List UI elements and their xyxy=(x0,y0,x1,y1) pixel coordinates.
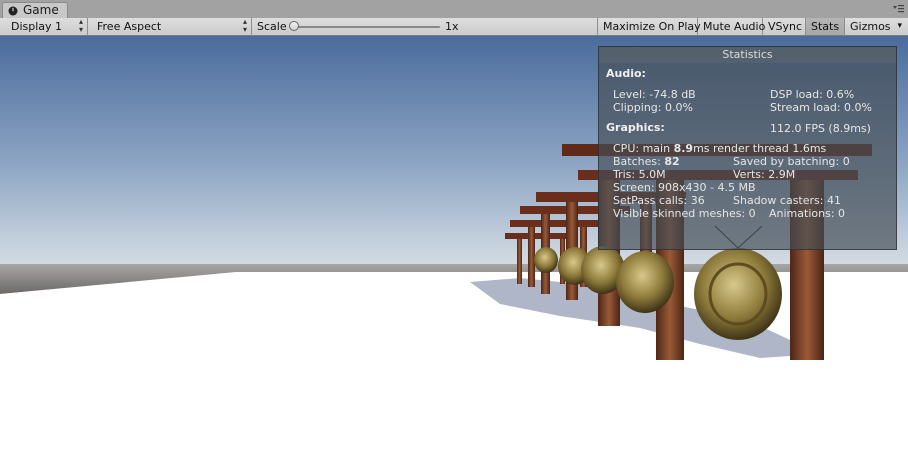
window-tab-strip: Game xyxy=(0,0,908,19)
saved-by-batching: Saved by batching: 0 xyxy=(733,155,850,168)
scale-label: Scale xyxy=(257,20,287,33)
stats-toggle-button[interactable]: Stats xyxy=(806,18,845,35)
game-view-toolbar: Display 1 ▴ ▾ Free Aspect ▴ ▾ Scale 1x Max… xyxy=(0,18,908,36)
statistics-panel: Statistics Audio: Level: -74.8 dB DSP lo… xyxy=(598,46,897,250)
screen-readout: Screen: 908x430 - 4.5 MB xyxy=(613,181,756,194)
maximize-on-play-label: Maximize On Play xyxy=(603,20,701,33)
fps-readout: 112.0 FPS (8.9ms) xyxy=(770,122,871,135)
display-dropdown[interactable]: Display 1 ▴ ▾ xyxy=(0,18,88,35)
panel-menu-icon[interactable] xyxy=(893,4,904,14)
gizmos-button[interactable]: Gizmos ▾ xyxy=(845,18,908,35)
scale-slider-handle[interactable] xyxy=(289,21,299,31)
stats-label: Stats xyxy=(811,20,840,33)
stream-load: Stream load: 0.0% xyxy=(770,101,872,114)
aspect-dropdown-label: Free Aspect xyxy=(97,20,162,33)
dropdown-arrows-icon: ▴ ▾ xyxy=(242,17,247,34)
scale-control: Scale 1x xyxy=(252,18,598,35)
scale-slider-track[interactable] xyxy=(294,26,440,28)
scale-value: 1x xyxy=(445,20,459,33)
tris-readout: Tris: 5.0M xyxy=(613,168,666,181)
setpass-readout: SetPass calls: 36 xyxy=(613,194,705,207)
mute-audio-button[interactable]: Mute Audio xyxy=(698,18,766,35)
vsync-label: VSync xyxy=(768,20,803,33)
verts-readout: Verts: 2.9M xyxy=(733,168,796,181)
gizmos-label: Gizmos xyxy=(850,20,891,33)
maximize-on-play-button[interactable]: Maximize On Play xyxy=(598,18,701,35)
shadow-casters-readout: Shadow casters: 41 xyxy=(733,194,841,207)
batches-readout: Batches: 82 xyxy=(613,155,680,168)
graphics-heading: Graphics: xyxy=(606,121,665,134)
audio-heading: Audio: xyxy=(606,67,646,80)
skinned-meshes-readout: Visible skinned meshes: 0 xyxy=(613,207,756,220)
dropdown-arrows-icon: ▴ ▾ xyxy=(78,17,83,34)
display-dropdown-label: Display 1 xyxy=(11,20,63,33)
mute-audio-label: Mute Audio xyxy=(703,20,766,33)
statistics-title: Statistics xyxy=(599,47,896,63)
cpu-readout: CPU: main 8.9ms render thread 1.6ms xyxy=(613,142,827,155)
vsync-button[interactable]: VSync xyxy=(763,18,806,35)
caret-down-icon[interactable]: ▾ xyxy=(897,18,902,35)
aspect-dropdown[interactable]: Free Aspect ▴ ▾ xyxy=(88,18,252,35)
game-tab-label: Game xyxy=(23,3,59,17)
animations-readout: Animations: 0 xyxy=(769,207,846,220)
dsp-load: DSP load: 0.6% xyxy=(770,88,855,101)
game-controller-icon xyxy=(8,6,18,16)
audio-clipping: Clipping: 0.0% xyxy=(613,101,693,114)
audio-level: Level: -74.8 dB xyxy=(613,88,696,101)
game-tab[interactable]: Game xyxy=(2,2,68,18)
